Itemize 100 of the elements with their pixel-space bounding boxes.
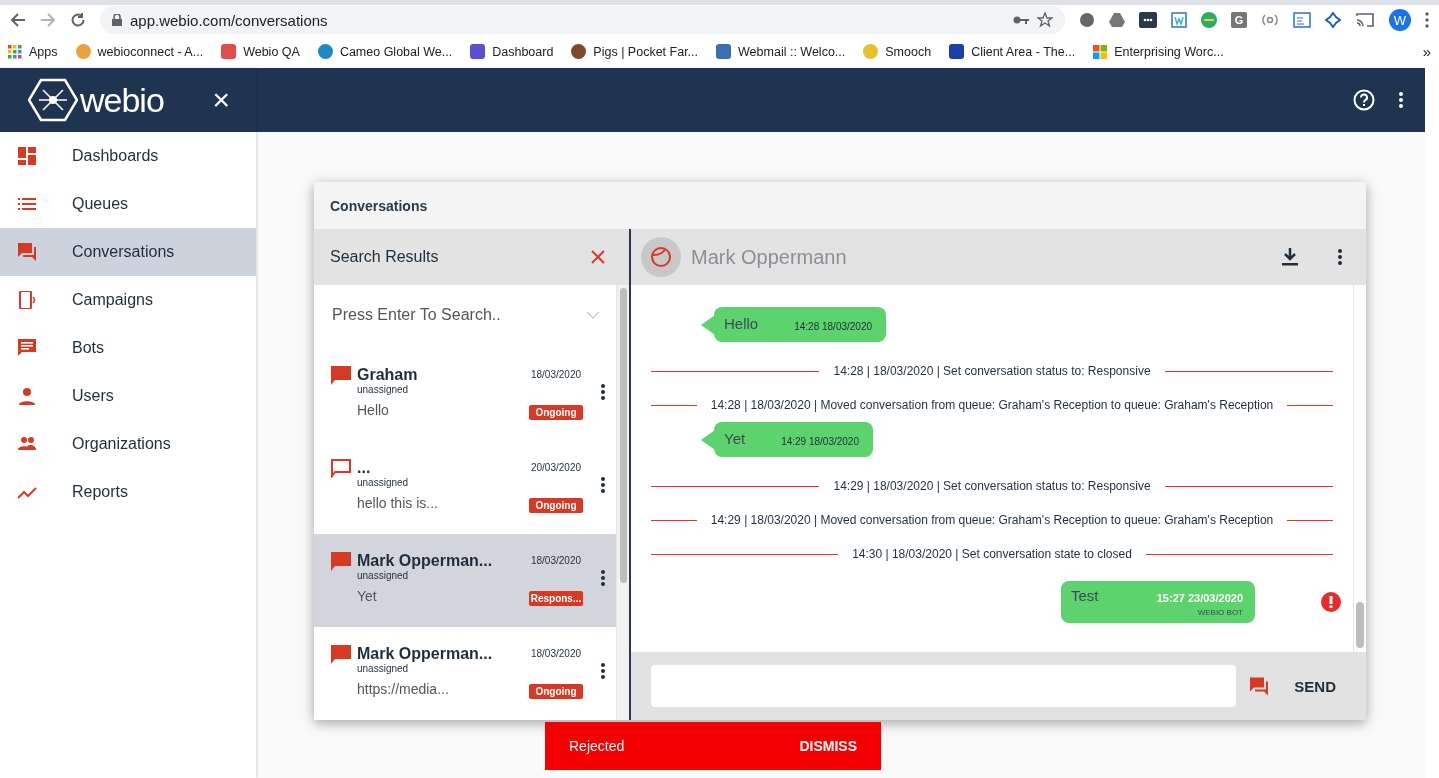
bookmark-link[interactable]: Apps [8,44,58,59]
extension-icon[interactable]: G [1231,12,1247,28]
more-icon[interactable] [1399,92,1403,108]
bookmarks-overflow-button[interactable]: » [1422,43,1431,60]
bookmark-link[interactable]: Client Area - The... [949,44,1076,59]
assignee-label: unassigned [357,663,410,674]
hexagon-logo-icon [28,78,78,122]
edit-extension-icon[interactable] [1171,12,1187,28]
extension-icon[interactable] [1079,12,1095,28]
chat-bubble-icon [331,552,351,571]
nav-item[interactable]: Queues [0,180,256,228]
person-icon [18,387,38,405]
bookmark-link[interactable]: Enterprising Worc... [1093,44,1224,59]
site-favicon-icon [571,44,587,59]
conversation-item[interactable]: Mark Opperman... unassigned https://media... 18/03/2020 Ongoing [314,627,616,720]
send-button[interactable]: SEND [1284,669,1346,703]
more-icon[interactable] [601,477,605,493]
scrollbar[interactable] [616,285,629,720]
contact-name: Mark Opperman... [357,552,494,570]
search-field[interactable]: Press Enter To Search.. [330,305,586,325]
site-favicon-icon [863,44,879,59]
message-preview: https://media... [357,681,450,697]
site-favicon-icon [949,44,965,59]
status-badge: Ongoing [529,498,583,513]
status-badge: Ongoing [529,684,583,699]
lock-icon [112,14,122,26]
extension-icon[interactable] [1325,12,1341,28]
site-favicon-icon [221,44,237,59]
snackbar-message: Rejected [569,738,626,754]
close-button[interactable]: × [208,83,234,117]
back-icon[interactable] [10,12,26,28]
help-icon[interactable] [1353,89,1375,111]
nav-item[interactable]: Conversations [0,228,256,276]
bookmark-link[interactable]: webioconnect - A... [75,44,204,59]
event-log-text: 14:29 | 18/03/2020 | Set conversation status to: Responsive [833,479,1151,493]
panel-title: Search Results [330,248,440,266]
chat-bubble-icon [331,366,351,385]
status-badge: Ongoing [529,405,583,420]
people-icon [18,435,38,453]
webio-logo: webio [28,78,164,122]
nav-item[interactable]: Reports [0,468,256,516]
nav-item[interactable]: Dashboards [0,132,256,180]
bookmark-link[interactable]: Smooch [863,44,932,59]
message-bubble: Test 15:27 23/03/2020 WEBIO BOT [1061,581,1255,623]
nav-item[interactable]: Organizations [0,420,256,468]
profile-avatar[interactable]: W [1389,9,1411,31]
date-label: 20/03/2020 [530,462,582,473]
more-icon[interactable] [1338,249,1342,265]
nav-item[interactable]: Users [0,372,256,420]
extension-icon[interactable] [1139,12,1157,28]
close-icon[interactable] [591,250,605,264]
event-log-text: 14:29 | 18/03/2020 | Moved conversation from queue: Graham's Reception to queue: Graham's Reception [710,513,1274,527]
contact-name: Mark Opperman... [357,645,494,663]
bookmark-link[interactable]: Webio QA [221,44,300,59]
apps-grid-icon [8,44,22,59]
conversation-item[interactable]: ... unassigned hello this is... 20/03/2020 Ongoing [314,441,616,534]
chat-icon[interactable] [1250,676,1271,696]
bookmark-link[interactable]: Webmail :: Welco... [716,44,846,59]
assignee-label: unassigned [357,570,410,581]
contact-name: ... [357,459,372,477]
status-badge: Respons... [529,591,583,606]
person-avatar-icon [650,246,672,268]
list-icon [18,195,38,213]
bookmark-link[interactable]: Cameo Global We... [317,44,453,59]
reload-icon[interactable] [70,12,86,28]
nav-item[interactable]: Campaigns [0,276,256,324]
contact-name: Mark Oppermann [691,245,848,269]
download-icon[interactable] [1282,248,1298,266]
chat-icon [18,243,38,261]
assignee-label: unassigned [357,477,410,488]
more-icon[interactable] [601,384,605,400]
address-bar[interactable]: app.webio.com/conversations [100,6,1065,34]
cast-icon[interactable] [1355,12,1375,28]
message-input[interactable] [651,665,1237,707]
event-log-text: 14:30 | 18/03/2020 | Set conversation state to closed [852,547,1132,561]
star-icon[interactable] [1037,12,1053,28]
more-icon[interactable] [1425,12,1429,28]
event-log-text: 14:28 | 18/03/2020 | Set conversation status to: Responsive [833,364,1151,378]
key-icon[interactable] [1013,15,1029,25]
chat-bubble-outline-icon [331,459,351,478]
more-icon[interactable] [601,663,605,679]
broadcast-icon[interactable] [1261,13,1279,27]
bookmark-link[interactable]: Dashboard [470,44,554,59]
bookmark-link[interactable]: Pigs | Pocket Far... [571,44,699,59]
site-favicon-icon [716,44,732,59]
date-label: 18/03/2020 [530,369,582,380]
nav-item[interactable]: Bots [0,324,256,372]
message-icon [18,339,38,357]
scrollbar[interactable] [1353,285,1366,652]
message-preview: hello this is... [357,495,439,511]
conversation-item[interactable]: Graham unassigned Hello 18/03/2020 Ongoing [314,348,616,441]
more-icon[interactable] [601,570,605,586]
contact-name: Graham [357,366,419,384]
card-title: Conversations [330,197,428,214]
conversation-item[interactable]: Mark Opperman... unassigned Yet 18/03/2020 Respons... [314,534,616,627]
site-favicon-icon [75,44,91,59]
message-preview: Hello [357,402,390,418]
dismiss-button[interactable]: DISMISS [799,732,857,760]
event-log-text: 14:28 | 18/03/2020 | Moved conversation from queue: Graham's Reception to queue: Graham's Reception [710,398,1274,412]
site-favicon-icon [470,44,486,59]
